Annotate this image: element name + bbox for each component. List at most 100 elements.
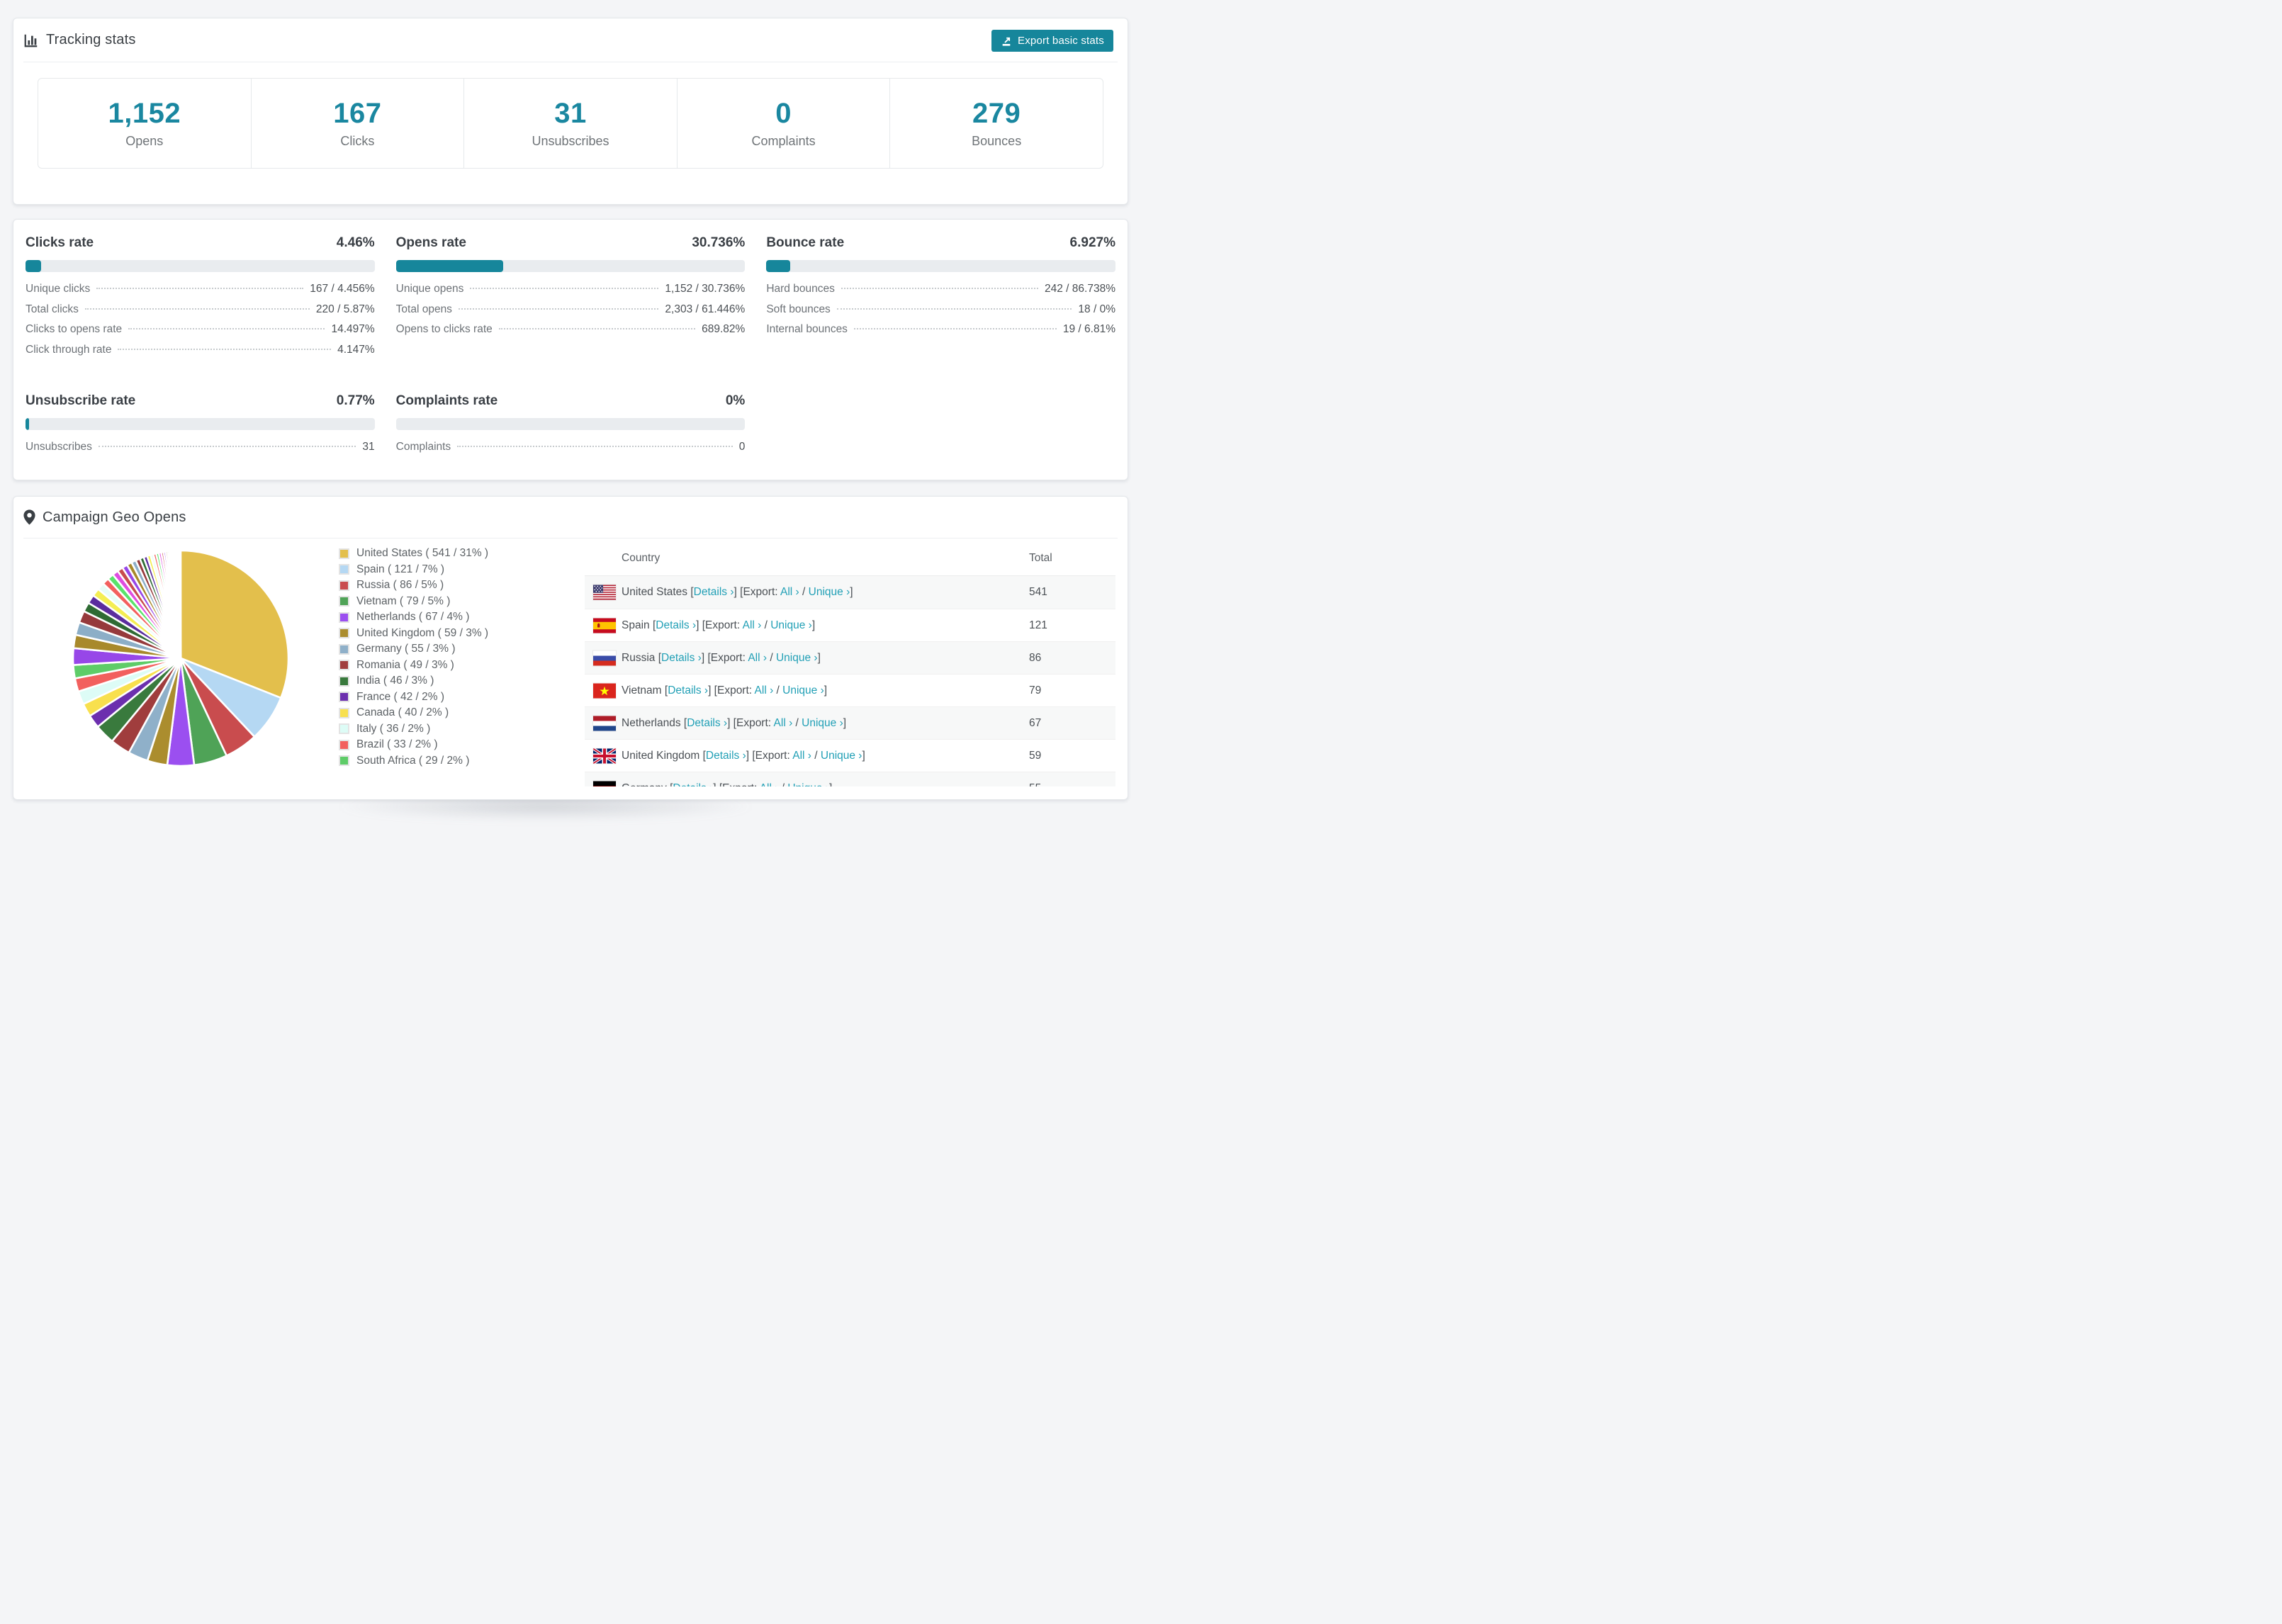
rate-stat-row: Unique opens 1,152 / 30.736% [396, 283, 746, 303]
export-all-link[interactable]: All › [780, 586, 799, 598]
export-prefix-text: ] [Export: [727, 716, 774, 729]
dotted-leader [853, 328, 1057, 329]
rate-stat-value: 242 / 86.738% [1045, 283, 1115, 295]
rate-stat-value: 18 / 0% [1078, 303, 1115, 315]
rates-card: Clicks rate 4.46% Unique clicks 167 / 4.456… [13, 219, 1128, 480]
rate-stat-label: Internal bounces [766, 323, 848, 335]
legend-color-swatch [339, 580, 349, 591]
dotted-leader [470, 288, 659, 289]
rate-value: 4.46% [336, 235, 375, 250]
rate-progress-bar [395, 418, 746, 430]
country-cell: Netherlands [Details ›] [Export: All › /… [622, 717, 846, 730]
summary-stat-opens: 1,152 Opens [38, 79, 251, 168]
export-unique-link[interactable]: Unique › [809, 586, 850, 598]
separator-text: / [767, 651, 776, 664]
rate-panel-clicks-rate: Clicks rate 4.46% Unique clicks 167 / 4.456… [26, 235, 375, 363]
bracket-text: ] [811, 619, 816, 631]
bracket-text: ] [850, 586, 853, 598]
summary-stat-complaints: 0 Complaints [676, 79, 890, 168]
export-all-link[interactable]: All › [748, 652, 767, 664]
details-link[interactable]: Details › [668, 684, 708, 697]
bracket-text: ] [829, 782, 832, 787]
rate-stat-row: Total opens 2,303 / 61.446% [396, 303, 746, 324]
dotted-leader [457, 446, 733, 447]
country-name: Germany [622, 782, 670, 787]
rate-stat-label: Hard bounces [766, 283, 835, 295]
rate-stat-value: 31 [362, 441, 375, 453]
export-basic-stats-button[interactable]: Export basic stats [991, 30, 1113, 52]
stat-label: Clicks [340, 134, 375, 148]
legend-color-swatch [339, 739, 349, 750]
details-link[interactable]: Details › [661, 652, 702, 664]
legend-color-swatch [339, 723, 349, 735]
stat-value: 167 [333, 98, 382, 129]
table-row: United States [Details ›] [Export: All ›… [585, 576, 1115, 609]
geo-pie-legend: United States ( 541 / 31% ) Spain ( 121 /… [339, 546, 488, 769]
export-all-link[interactable]: All › [792, 750, 811, 762]
export-all-link[interactable]: All › [743, 619, 762, 631]
rate-stat-value: 4.147% [337, 343, 375, 356]
export-unique-link[interactable]: Unique › [787, 782, 829, 787]
country-name: Vietnam [622, 684, 665, 697]
separator-text: / [811, 749, 821, 762]
legend-label: Vietnam ( 79 / 5% ) [356, 594, 451, 607]
rate-panel-unsubscribe-rate: Unsubscribe rate 0.77% Unsubscribes 31 [26, 393, 375, 461]
rate-panel-bounce-rate: Bounce rate 6.927% Hard bounces 242 / 86.73… [766, 235, 1115, 363]
legend-label: Canada ( 40 / 2% ) [356, 706, 449, 719]
export-prefix-text: ] [Export: [696, 619, 743, 631]
geo-table: Country Total United States [Details ›] … [585, 541, 1115, 786]
rate-stat-label: Unsubscribes [26, 441, 92, 453]
table-row: United Kingdom [Details ›] [Export: All … [585, 739, 1115, 772]
legend-color-swatch [339, 628, 349, 639]
country-cell: Russia [Details ›] [Export: All › / Uniq… [622, 652, 821, 665]
rate-progress-bar [766, 260, 1115, 272]
export-unique-link[interactable]: Unique › [770, 619, 812, 631]
dotted-leader [118, 348, 332, 350]
export-unique-link[interactable]: Unique › [821, 750, 862, 762]
total-cell: 541 [1029, 586, 1047, 598]
export-all-link[interactable]: All › [774, 717, 793, 729]
rate-value: 6.927% [1069, 235, 1115, 250]
rate-stat-label: Unique clicks [26, 283, 91, 295]
legend-label: United States ( 541 / 31% ) [356, 547, 489, 560]
summary-stats-row: 1,152 Opens 167 Clicks 31 Unsubscribes 0 Compla… [38, 78, 1103, 169]
total-cell: 79 [1029, 684, 1042, 697]
rate-title: Clicks rate [26, 235, 94, 250]
rate-title: Complaints rate [395, 393, 498, 408]
legend-item: South Africa ( 29 / 2% ) [339, 753, 488, 769]
rate-stat-value: 2,303 / 61.446% [665, 303, 746, 315]
separator-text: / [799, 586, 809, 598]
export-unique-link[interactable]: Unique › [802, 717, 843, 729]
stat-value: 1,152 [108, 98, 181, 129]
total-cell: 67 [1029, 716, 1042, 729]
details-link[interactable]: Details › [687, 717, 727, 729]
legend-item: Vietnam ( 79 / 5% ) [339, 594, 488, 610]
rate-stat-row: Hard bounces 242 / 86.738% [766, 283, 1115, 303]
details-link[interactable]: Details › [656, 619, 696, 631]
rate-value: 0% [725, 393, 746, 408]
details-link[interactable]: Details › [706, 750, 746, 762]
rate-stat-row: Opens to clicks rate 689.82% [396, 323, 746, 344]
rate-stat-row: Click through rate 4.147% [26, 344, 375, 364]
details-link[interactable]: Details › [694, 586, 734, 598]
page-title: Tracking stats [46, 32, 136, 47]
legend-label: United Kingdom ( 59 / 3% ) [356, 626, 489, 639]
export-unique-link[interactable]: Unique › [782, 684, 824, 697]
stat-value: 31 [554, 98, 587, 129]
export-unique-link[interactable]: Unique › [776, 652, 818, 664]
country-name: Spain [622, 619, 653, 631]
bar-chart-icon [23, 33, 39, 48]
export-all-link[interactable]: All › [755, 684, 774, 697]
flag-gb-icon [593, 748, 616, 763]
details-link[interactable]: Details › [673, 782, 713, 787]
country-name: Russia [622, 651, 658, 664]
legend-color-swatch [339, 692, 349, 703]
summary-stat-clicks: 167 Clicks [250, 79, 464, 168]
flag-es-icon [593, 618, 616, 633]
stat-value: 279 [972, 98, 1021, 129]
rate-stat-label: Opens to clicks rate [395, 323, 493, 335]
export-all-link[interactable]: All › [760, 782, 779, 787]
separator-text: / [792, 716, 802, 729]
map-pin-icon [23, 509, 35, 525]
tracking-stats-card: Tracking stats Export basic stats 1,152 O… [13, 18, 1128, 205]
